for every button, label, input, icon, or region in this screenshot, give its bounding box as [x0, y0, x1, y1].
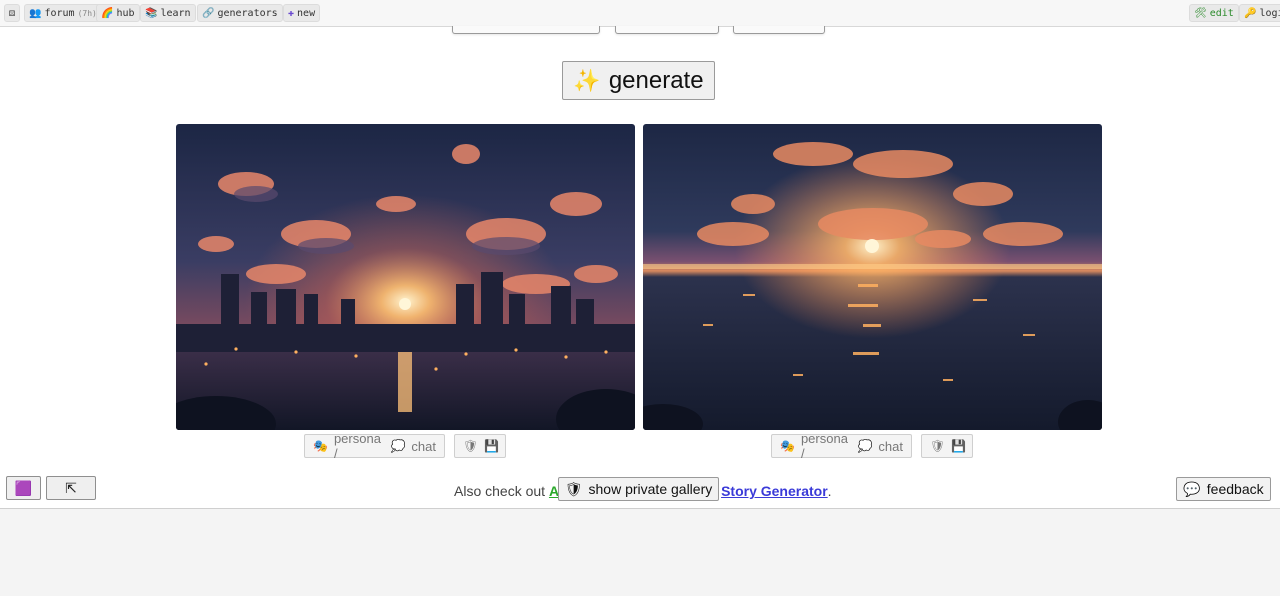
masks-icon: 🎭: [313, 439, 328, 453]
shield-icon: 🛡: [463, 439, 479, 453]
chain-icon: 🔗: [202, 7, 215, 19]
masks-icon: 🎭: [780, 439, 795, 453]
speech-bubble-icon: 💬: [1183, 480, 1201, 497]
login-label: logi: [1259, 7, 1280, 19]
edit-label: edit: [1209, 7, 1234, 19]
floppy-disk-icon: 💾: [484, 439, 500, 453]
generated-image-1[interactable]: [176, 124, 635, 430]
option-select-3[interactable]: [733, 26, 825, 34]
login-button[interactable]: 🔑 logi: [1239, 4, 1280, 22]
learn-label: learn: [160, 7, 191, 19]
arrow-up-left-icon: ⇱: [65, 479, 77, 496]
persona-label: persona /: [800, 431, 848, 461]
story-generator-link[interactable]: Story Generator: [721, 483, 828, 499]
page-footer-area: [0, 508, 1280, 596]
feedback-label: feedback: [1206, 481, 1264, 497]
persona-chat-button-2[interactable]: 🎭 persona / 💭 chat: [771, 431, 912, 461]
shield-icon: 🛡: [930, 439, 946, 453]
generators-label: generators: [217, 7, 278, 19]
dice-icon: ⚄: [8, 7, 16, 19]
books-icon: 📚: [145, 7, 158, 19]
hub-label: hub: [116, 7, 135, 19]
people-icon: 👥: [29, 7, 42, 19]
show-private-gallery-button[interactable]: 🛡 show private gallery: [558, 477, 719, 501]
forum-button[interactable]: 👥 forum (7h): [24, 4, 102, 22]
chat-label: chat: [878, 438, 903, 454]
persona-chat-button-1[interactable]: 🎭 persona / 💭 chat: [304, 431, 445, 461]
shield-icon: 🛡: [564, 480, 583, 497]
show-private-gallery-label: show private gallery: [588, 481, 713, 497]
period-text: .: [827, 483, 832, 499]
generators-button[interactable]: 🔗 generators: [197, 4, 283, 22]
new-label: new: [297, 7, 316, 19]
save-private-button-2[interactable]: 🛡 💾: [921, 434, 973, 458]
floppy-disk-icon: 💾: [951, 439, 967, 453]
forum-label: forum: [44, 7, 75, 19]
edit-button[interactable]: 🛠 edit: [1189, 4, 1239, 22]
generate-label: generate: [608, 66, 704, 94]
generated-image-2[interactable]: [643, 124, 1102, 430]
purple-square-button[interactable]: 🟪: [6, 476, 41, 500]
wrench-icon: 🛠: [1194, 7, 1207, 19]
purple-square-icon: 🟪: [14, 479, 33, 496]
top-navigation-bar: ⚄ 👥 forum (7h) 🌈 hub 📚 learn 🔗 generator…: [0, 0, 1280, 27]
option-select-2[interactable]: [615, 26, 719, 34]
key-icon: 🔑: [1244, 7, 1257, 19]
city-sunset-image: [176, 124, 635, 430]
chat-label: chat: [411, 438, 436, 454]
rainbow-icon: 🌈: [101, 7, 114, 19]
random-dice-button[interactable]: ⚄: [4, 4, 20, 22]
generate-button[interactable]: ✨ generate: [562, 61, 715, 100]
thought-bubble-icon: 💭: [390, 439, 406, 453]
hub-button[interactable]: 🌈 hub: [96, 4, 140, 22]
learn-button[interactable]: 📚 learn: [140, 4, 196, 22]
ocean-sunset-image: [643, 124, 1102, 430]
thought-bubble-icon: 💭: [857, 439, 873, 453]
forum-time-badge: (7h): [77, 8, 97, 18]
plus-icon: ✚: [288, 7, 295, 19]
feedback-button[interactable]: 💬 feedback: [1176, 477, 1271, 501]
new-button[interactable]: ✚ new: [283, 4, 321, 22]
save-private-button-1[interactable]: 🛡 💾: [454, 434, 506, 458]
sparkles-icon: ✨: [573, 67, 601, 93]
also-text: Also check out: [454, 483, 549, 499]
option-select-1[interactable]: [452, 26, 600, 34]
scroll-to-top-button[interactable]: ⇱: [46, 476, 96, 500]
persona-label: persona /: [333, 431, 381, 461]
